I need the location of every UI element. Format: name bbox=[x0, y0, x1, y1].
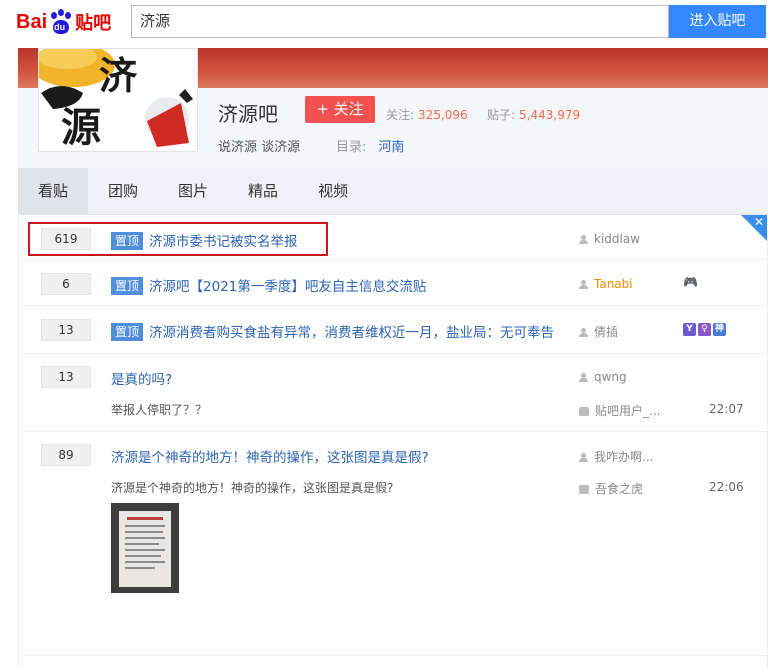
tab-images[interactable]: 图片 bbox=[158, 168, 228, 215]
post-count-value: 5,443,979 bbox=[519, 108, 581, 122]
thread-author[interactable]: kiddlaw bbox=[579, 232, 640, 246]
row-divider bbox=[19, 655, 767, 656]
avatar-char-ji: 济 bbox=[99, 54, 138, 98]
forum-avatar[interactable]: 济 源 bbox=[38, 48, 198, 152]
author-name[interactable]: qwng bbox=[594, 370, 627, 384]
thread-title[interactable]: 济源是个神奇的地方！神奇的操作，这张图是真是假? bbox=[111, 446, 429, 466]
highlight-box bbox=[28, 222, 328, 256]
author-name[interactable]: 我咋办啊... bbox=[594, 450, 653, 464]
tab-featured[interactable]: 精品 bbox=[228, 168, 298, 215]
game-badge-icon: 🎮 bbox=[683, 275, 698, 289]
catalog-label: 目录: bbox=[336, 140, 367, 155]
user-icon bbox=[579, 373, 588, 382]
thread-title-text[interactable]: 济源吧【2021第一季度】吧友自主信息交流贴 bbox=[149, 279, 426, 295]
forum-slogan: 说济源 谈济源 bbox=[218, 140, 301, 155]
thread-title[interactable]: 是真的吗? bbox=[111, 368, 172, 388]
user-badge-icon: Y bbox=[683, 323, 696, 336]
tab-posts[interactable]: 看贴 bbox=[18, 168, 89, 215]
thread-author[interactable]: 我咋办啊... bbox=[579, 448, 653, 465]
post-count: 贴子: 5,443,979 bbox=[487, 106, 580, 123]
tab-group-buy[interactable]: 团购 bbox=[88, 168, 158, 215]
row-divider bbox=[19, 431, 767, 432]
thread-abstract: 举报人停职了？？ bbox=[111, 403, 208, 417]
follow-button[interactable]: + 关注 bbox=[305, 96, 375, 123]
reply-count: 89 bbox=[41, 444, 91, 466]
row-divider bbox=[19, 259, 767, 260]
user-icon bbox=[579, 328, 588, 337]
reply-count: 6 bbox=[41, 273, 91, 295]
user-icon bbox=[579, 235, 588, 244]
search-input[interactable]: 济源 bbox=[131, 5, 669, 38]
enter-forum-button[interactable]: 进入贴吧 bbox=[669, 5, 766, 38]
thread-author[interactable]: 倩插 bbox=[579, 323, 618, 340]
pinned-badge: 置顶 bbox=[111, 277, 144, 295]
user-icon bbox=[579, 453, 588, 462]
thread-abstract: 济源是个神奇的地方！神奇的操作，这张图是真是假? bbox=[111, 481, 394, 495]
last-reply-time: 22:07 bbox=[709, 402, 744, 416]
tab-videos[interactable]: 视频 bbox=[298, 168, 368, 215]
follow-count: 关注: 325,096 bbox=[386, 106, 468, 123]
logo-bai-text: Bai bbox=[16, 10, 48, 33]
post-count-label: 贴子: bbox=[487, 108, 516, 122]
reply-icon bbox=[579, 407, 589, 416]
user-icon bbox=[579, 280, 588, 289]
reply-count: 13 bbox=[41, 319, 91, 341]
user-badge-icon: ♀ bbox=[698, 323, 711, 336]
thread-list: ✕ 619 置顶 济源市委书记被实名举报 kiddlaw 6 置顶 济源吧【2021… bbox=[18, 215, 768, 668]
logo-tieba-text: 贴吧 bbox=[75, 13, 112, 34]
follow-count-value: 325,096 bbox=[418, 108, 468, 122]
reply-author-name[interactable]: 吾食之虎 bbox=[595, 482, 643, 496]
thread-title[interactable]: 置顶 济源吧【2021第一季度】吧友自主信息交流贴 bbox=[111, 275, 426, 295]
close-icon[interactable]: ✕ bbox=[754, 215, 764, 229]
baidu-tieba-logo[interactable]: Bai du 贴吧 bbox=[16, 6, 111, 38]
forum-catalog: 目录: 河南 bbox=[336, 136, 404, 155]
last-reply-time: 22:06 bbox=[709, 480, 744, 494]
thread-thumbnail-image[interactable] bbox=[111, 503, 179, 593]
author-name[interactable]: Tanabi bbox=[594, 277, 633, 291]
last-reply-author[interactable]: 贴吧用户_... bbox=[579, 402, 660, 419]
thread-title-text[interactable]: 济源消费者购买食盐有异常，消费者维权近一月，盐业局：无可奉告 bbox=[149, 325, 554, 341]
forum-tabs: 看贴 团购 图片 精品 视频 bbox=[18, 168, 768, 215]
follow-count-label: 关注: bbox=[386, 108, 415, 122]
logo-du-text: du bbox=[54, 22, 66, 32]
catalog-link-henan[interactable]: 河南 bbox=[378, 140, 404, 155]
reply-icon bbox=[579, 485, 589, 494]
reply-count: 13 bbox=[41, 366, 91, 388]
row-divider bbox=[19, 305, 767, 306]
forum-title: 济源吧 bbox=[218, 102, 278, 126]
author-name[interactable]: 倩插 bbox=[594, 325, 618, 339]
last-reply-author[interactable]: 吾食之虎 bbox=[579, 480, 643, 497]
author-name[interactable]: kiddlaw bbox=[594, 232, 640, 246]
avatar-char-yuan: 源 bbox=[61, 105, 101, 151]
baidu-paw-icon: du bbox=[48, 9, 74, 35]
pinned-badge: 置顶 bbox=[111, 323, 144, 341]
thread-author[interactable]: Tanabi bbox=[579, 277, 633, 291]
forum-avatar-art: 济 源 bbox=[39, 49, 197, 151]
top-search-bar: Bai du 贴吧 济源 进入贴吧 bbox=[0, 0, 768, 44]
row-divider bbox=[19, 353, 767, 354]
document-photo bbox=[119, 511, 171, 587]
thread-title[interactable]: 置顶 济源消费者购买食盐有异常，消费者维权近一月，盐业局：无可奉告 bbox=[111, 321, 554, 341]
user-badge-icon: 神 bbox=[713, 323, 726, 336]
reply-author-name[interactable]: 贴吧用户_... bbox=[595, 404, 660, 418]
thread-author[interactable]: qwng bbox=[579, 370, 627, 384]
